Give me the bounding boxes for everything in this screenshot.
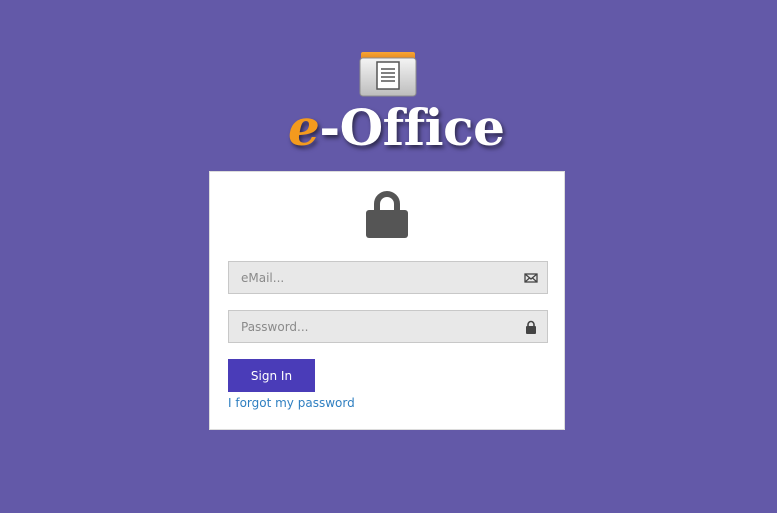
password-input[interactable]: [229, 311, 521, 342]
document-folder-icon: [359, 52, 417, 97]
sign-in-button[interactable]: Sign In: [228, 359, 315, 392]
lock-icon: [366, 191, 408, 238]
envelope-icon: [524, 273, 538, 283]
email-field-wrapper: [228, 261, 548, 294]
login-panel: Sign In I forgot my password: [209, 171, 565, 430]
password-field-wrapper: [228, 310, 548, 343]
email-input[interactable]: [229, 262, 521, 293]
brand-prefix: e: [288, 98, 320, 157]
app-logo: e-Office: [0, 48, 777, 158]
forgot-password-link[interactable]: I forgot my password: [228, 396, 355, 410]
brand-suffix: -Office: [319, 98, 505, 157]
lock-icon: [526, 320, 536, 334]
brand-name: e-Office: [288, 98, 505, 157]
